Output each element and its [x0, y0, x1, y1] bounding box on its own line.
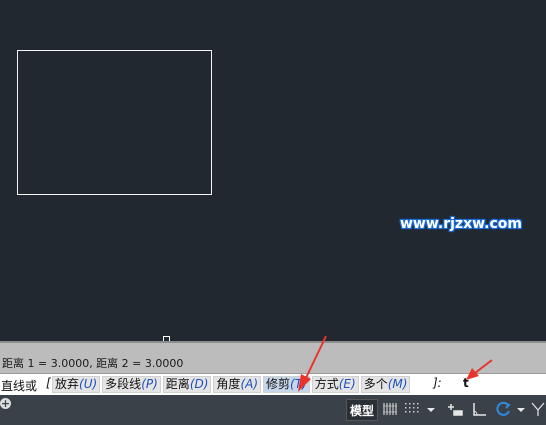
- command-line[interactable]: 直线或 [ 放弃(U) 多段线(P) 距离(D) 角度(A) 修剪(T) 方式(…: [0, 373, 546, 395]
- grid-icon[interactable]: [381, 400, 399, 418]
- history-line: 距离 1 = 3.0000, 距离 2 = 3.0000: [2, 357, 184, 370]
- snap-icon[interactable]: [403, 400, 421, 418]
- dropdown-icon[interactable]: [515, 400, 527, 418]
- rectangle-entity[interactable]: [17, 50, 212, 195]
- osnap-icon[interactable]: [494, 400, 512, 418]
- option-multiple[interactable]: 多个(M): [360, 376, 411, 393]
- option-undo[interactable]: 放弃(U): [52, 376, 101, 393]
- option-polyline[interactable]: 多段线(P): [102, 376, 161, 393]
- typed-input[interactable]: t: [463, 376, 469, 390]
- dropdown-icon[interactable]: [425, 400, 437, 418]
- option-distance[interactable]: 距离(D): [162, 376, 212, 393]
- linetype-icon[interactable]: [530, 400, 546, 418]
- watermark: www.rjzxw.com: [400, 216, 522, 232]
- command-history: 距离 1 = 3.0000, 距离 2 = 3.0000: [0, 341, 546, 373]
- model-tab-button[interactable]: 模型: [346, 399, 378, 421]
- add-layout-icon[interactable]: +: [0, 398, 11, 409]
- option-angle[interactable]: 角度(A): [213, 376, 262, 393]
- open-bracket: [: [46, 376, 51, 390]
- option-trim[interactable]: 修剪(T): [263, 376, 310, 393]
- command-options: 放弃(U) 多段线(P) 距离(D) 角度(A) 修剪(T) 方式(E) 多个(…: [52, 376, 411, 393]
- polar-icon[interactable]: [470, 400, 488, 418]
- drawing-canvas[interactable]: www.rjzxw.com: [0, 0, 546, 343]
- close-bracket: ]:: [433, 376, 442, 390]
- command-prompt: 直线或: [1, 379, 38, 393]
- option-method[interactable]: 方式(E): [311, 376, 359, 393]
- status-bar: + 模型: [0, 395, 546, 425]
- ortho-icon[interactable]: [446, 400, 464, 418]
